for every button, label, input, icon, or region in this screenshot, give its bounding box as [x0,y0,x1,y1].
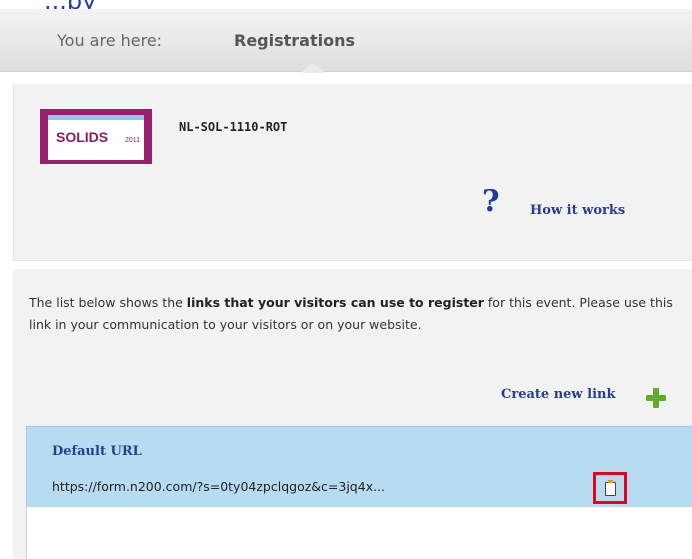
registration-links-panel: The list below shows the links that your… [13,269,692,559]
plus-icon[interactable] [646,388,666,408]
how-it-works-link[interactable]: How it works [530,203,625,218]
link-item-url: https://form.n200.com/?s=0ty04zpclqgoz&c… [52,479,386,494]
links-intro-text: The list below shows the links that your… [29,295,673,332]
breadcrumb: You are here: Registrations [0,9,692,72]
event-logo-text: SOLIDS [56,129,109,145]
top-title-fragment: ...py [44,0,96,9]
links-intro-emphasis: links that your visitors can use to regi… [186,295,484,310]
link-item-default-url[interactable]: Default URL https://form.n200.com/?s=0ty… [26,426,692,508]
event-logo-year: 2011 [125,137,141,144]
help-question-icon[interactable]: ? [482,187,500,217]
link-list-empty-area [26,507,692,559]
link-item-name: Default URL [52,444,142,459]
copy-link-button[interactable] [593,472,627,504]
event-logo: SOLIDS 2011 [40,109,152,164]
event-code: NL-SOL-1110-ROT [179,120,288,134]
breadcrumb-current: Registrations [234,31,356,50]
event-panel: SOLIDS 2011 NL-SOL-1110-ROT ? How it wor… [13,84,692,261]
breadcrumb-label: You are here: [57,31,163,50]
create-new-link[interactable]: Create new link [501,387,615,402]
clipboard-copy-icon [605,480,616,496]
top-title-strip: ...py [0,0,692,9]
breadcrumb-pointer [300,63,326,73]
